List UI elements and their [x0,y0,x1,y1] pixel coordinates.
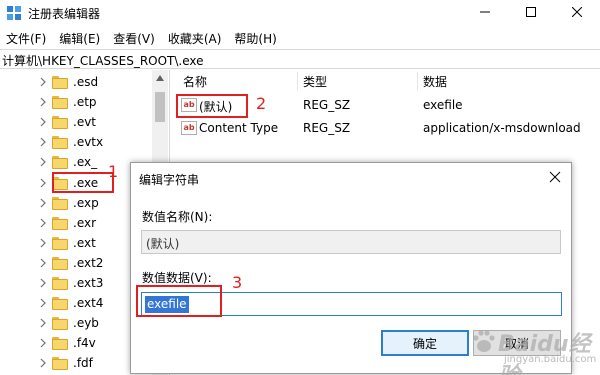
tree-item-label: .ex_ [73,155,98,170]
minimize-icon [480,6,490,20]
folder-icon [52,277,68,290]
column-separator [297,72,298,90]
close-button[interactable] [554,0,600,26]
chevron-right-icon[interactable] [38,177,48,189]
annotation-number-3: 3 [232,273,243,292]
annotation-box-default [176,94,248,118]
menu-file[interactable]: 文件(F) [0,28,53,48]
ok-button[interactable]: 确定 [381,330,469,356]
tree-item-label: .f4v [73,336,96,351]
tree-item-label: .esd [73,75,99,89]
scroll-thumb[interactable] [155,92,165,122]
chevron-right-icon[interactable] [38,136,48,148]
folder-icon [52,216,68,230]
column-header-name[interactable]: 名称 [183,73,207,90]
registry-editor-icon [6,5,22,21]
menu-bar: 文件(F) 编辑(E) 查看(V) 收藏夹(A) 帮助(H) [0,28,600,48]
folder-icon [52,297,68,311]
dialog-title: 编辑字符串 [139,173,200,187]
folder-icon [52,116,68,130]
menu-edit[interactable]: 编辑(E) [53,28,107,48]
folder-icon [52,256,68,270]
annotation-number-2: 2 [256,94,267,113]
chevron-right-icon[interactable] [38,257,48,269]
dialog-close-icon[interactable] [549,171,563,185]
value-type: REG_SZ [303,98,351,112]
tree-item-label: .ext [73,235,96,250]
maximize-icon [526,6,536,20]
tree-item-label: .ext2 [73,255,104,270]
folder-icon [52,136,68,150]
folder-icon [52,337,68,351]
chevron-right-icon[interactable] [38,217,48,229]
tree-item[interactable]: .evtx [0,132,160,152]
folder-icon [52,76,68,89]
annotation-number-1: 1 [108,162,119,181]
tree-item[interactable]: .evt [0,112,160,132]
value-data-label: 数值数据(V): [142,271,212,285]
chevron-right-icon[interactable] [38,337,48,349]
tree-item-label: .evtx [73,135,104,150]
scroll-up-icon[interactable] [152,70,168,86]
title-bar: 注册表编辑器 [0,0,600,26]
close-icon [571,6,583,20]
string-value-icon: ab [181,121,197,135]
folder-icon [52,317,68,331]
folder-icon [52,236,68,250]
minimize-button[interactable] [462,0,508,26]
folder-icon [52,357,68,371]
tree-item-label: .ext4 [73,296,104,311]
tree-item-label: .exr [73,215,97,230]
chevron-right-icon[interactable] [38,156,48,168]
maximize-button[interactable] [508,0,554,26]
menu-favorites[interactable]: 收藏夹(A) [162,28,229,48]
value-name-label: 数值名称(N): [142,210,213,224]
value-name: Content Type [199,121,279,135]
baidu-watermark: Baidu经验 jingyan.baidu.com [468,324,598,375]
chevron-right-icon[interactable] [38,197,48,209]
value-data: application/x-msdownload [423,121,581,135]
tree-item-label: .evt [73,115,97,130]
tree-item-label: .fdf [73,356,93,371]
folder-icon [52,156,68,170]
menu-help[interactable]: 帮助(H) [228,28,283,48]
chevron-right-icon[interactable] [38,237,48,249]
column-header-data[interactable]: 数据 [423,73,447,90]
column-separator [417,72,418,90]
watermark-main: Baidu经验 [498,332,591,375]
tree-item-label: .eyb [73,316,99,331]
column-header-type[interactable]: 类型 [303,73,327,90]
value-data: exefile [423,98,463,112]
tree-item-label: .ext3 [73,276,104,290]
value-row-content-type[interactable]: ab Content Type REG_SZ application/x-msd… [175,118,600,138]
address-bar[interactable]: 计算机\HKEY_CLASSES_ROOT\.exe [0,49,600,69]
menu-view[interactable]: 查看(V) [107,28,162,48]
chevron-right-icon[interactable] [38,357,48,369]
chevron-right-icon[interactable] [38,76,48,88]
annotation-box-data [136,285,222,317]
value-type: REG_SZ [303,121,351,135]
tree-item-label: .exp [73,195,99,210]
chevron-right-icon[interactable] [38,96,48,108]
chevron-right-icon[interactable] [38,116,48,128]
chevron-right-icon[interactable] [38,277,48,289]
window-title: 注册表编辑器 [28,7,101,21]
folder-icon [52,96,68,110]
folder-icon [52,196,68,210]
chevron-right-icon[interactable] [38,297,48,309]
tree-item-label: .etp [73,95,97,110]
paw-icon [473,330,495,352]
tree-item[interactable]: .esd [0,72,160,92]
tree-item[interactable]: .etp [0,92,160,112]
chevron-right-icon[interactable] [38,317,48,329]
annotation-box-exe [52,172,114,193]
watermark-sub: jingyan.baidu.com [504,354,597,365]
value-name-field: (默认) [141,230,561,254]
